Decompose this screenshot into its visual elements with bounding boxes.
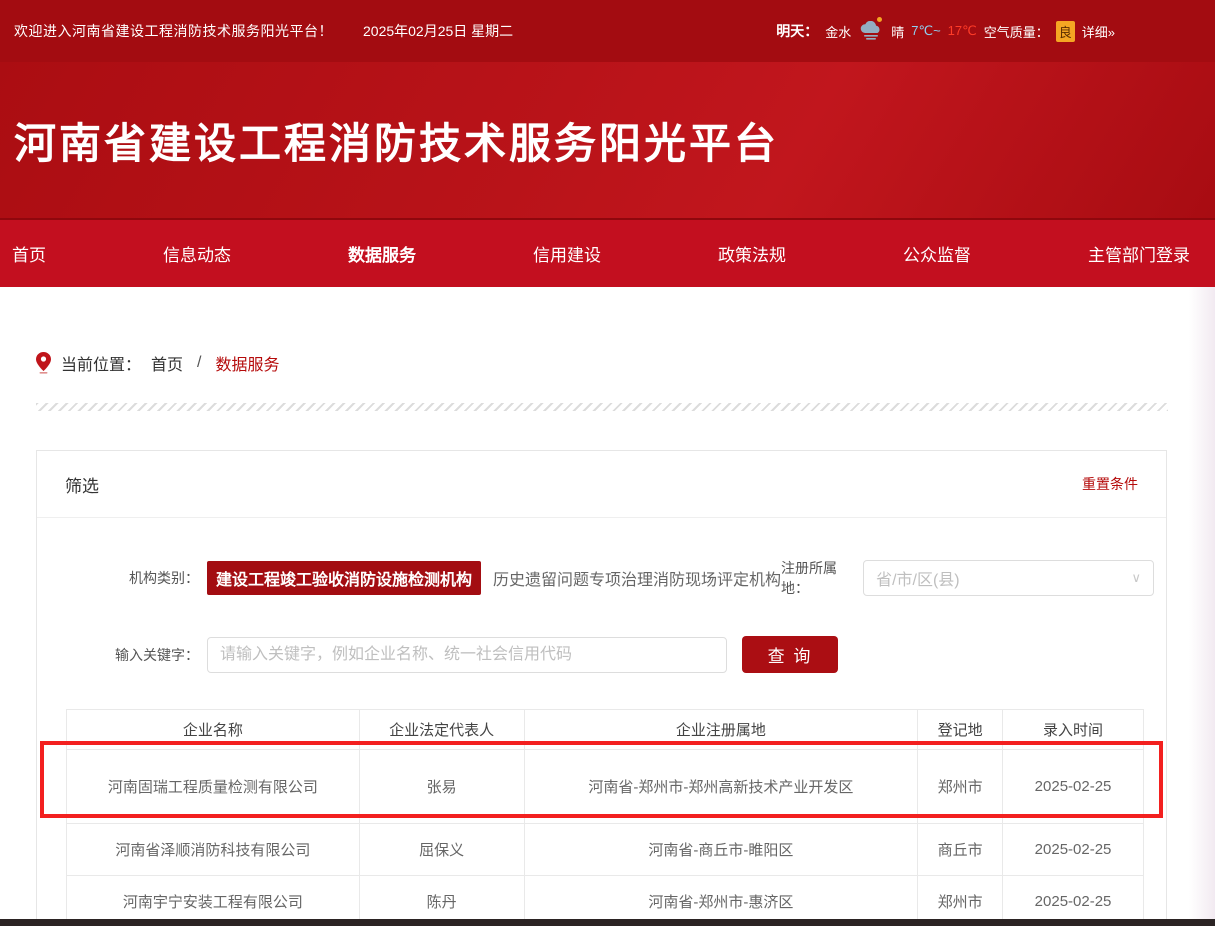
weather-detail-link[interactable]: 详细» xyxy=(1082,22,1115,41)
search-button[interactable]: 查 询 xyxy=(742,636,838,673)
air-quality-badge: 良 xyxy=(1056,21,1075,42)
filter-header: 筛选 重置条件 xyxy=(37,451,1166,518)
breadcrumb-separator: / xyxy=(197,354,201,372)
nav-item-supervision[interactable]: 公众监督 xyxy=(903,241,971,266)
location-pin-icon xyxy=(36,352,51,374)
breadcrumb-current: 数据服务 xyxy=(215,351,279,375)
col-header-company: 企业名称 xyxy=(67,710,360,750)
cell-entry-time: 2025-02-25 xyxy=(1003,750,1144,824)
cell-entry-time: 2025-02-25 xyxy=(1003,824,1144,876)
category-option-selected[interactable]: 建设工程竣工验收消防设施检测机构 xyxy=(207,561,481,595)
content-area: 当前位置： 首页 / 数据服务 筛选 重置条件 机构类别： 建设工程竣工验收消防… xyxy=(0,287,1215,926)
table-row[interactable]: 河南固瑞工程质量检测有限公司 张易 河南省-郑州市-郑州高新技术产业开发区 郑州… xyxy=(67,750,1144,824)
cloud-icon xyxy=(858,21,884,41)
col-header-entry-time: 录入时间 xyxy=(1003,710,1144,750)
nav-item-credit[interactable]: 信用建设 xyxy=(533,241,601,266)
region-group: 注册所属地： 省/市/区(县) ∨ xyxy=(781,558,1154,598)
temp-low: 7℃~ xyxy=(911,23,940,39)
category-option-unselected[interactable]: 历史遗留问题专项治理消防现场评定机构 xyxy=(493,566,781,590)
cell-registered-place: 河南省-郑州市-郑州高新技术产业开发区 xyxy=(524,750,918,824)
reset-conditions-link[interactable]: 重置条件 xyxy=(1082,474,1138,494)
cell-record-place: 郑州市 xyxy=(918,750,1003,824)
region-select-placeholder: 省/市/区(县) xyxy=(876,566,1131,590)
nav-item-policy[interactable]: 政策法规 xyxy=(718,241,786,266)
breadcrumb-home[interactable]: 首页 xyxy=(151,351,183,375)
edge-tint xyxy=(1189,287,1215,926)
cell-company: 河南省泽顺消防科技有限公司 xyxy=(67,824,360,876)
keyword-input[interactable] xyxy=(207,637,727,673)
cell-company: 河南固瑞工程质量检测有限公司 xyxy=(67,750,360,824)
col-header-record-place: 登记地 xyxy=(918,710,1003,750)
nav-item-home[interactable]: 首页 xyxy=(12,241,46,266)
region-select[interactable]: 省/市/区(县) ∨ xyxy=(863,560,1154,596)
region-label: 注册所属地： xyxy=(781,558,853,598)
nav-item-news[interactable]: 信息动态 xyxy=(163,241,231,266)
filter-panel: 筛选 重置条件 机构类别： 建设工程竣工验收消防设施检测机构 历史遗留问题专项治… xyxy=(36,450,1167,926)
breadcrumb: 当前位置： 首页 / 数据服务 xyxy=(36,351,280,375)
col-header-registered-place: 企业注册属地 xyxy=(524,710,918,750)
nav-item-admin-login[interactable]: 主管部门登录 xyxy=(1088,241,1190,266)
nav-item-data-service[interactable]: 数据服务 xyxy=(348,241,416,266)
temp-high: 17℃ xyxy=(948,23,977,39)
footer-strip xyxy=(0,919,1215,926)
keyword-label: 输入关键字： xyxy=(69,645,199,665)
site-header: 河南省建设工程消防技术服务阳光平台 xyxy=(0,62,1215,218)
category-row: 机构类别： 建设工程竣工验收消防设施检测机构 历史遗留问题专项治理消防现场评定机… xyxy=(37,558,1166,598)
keyword-row: 输入关键字： 查 询 xyxy=(37,636,1166,673)
air-quality-label: 空气质量： xyxy=(984,22,1049,41)
cell-registered-place: 河南省-商丘市-睢阳区 xyxy=(524,824,918,876)
col-header-legal-rep: 企业法定代表人 xyxy=(359,710,524,750)
date-text: 2025年02月25日 星期二 xyxy=(363,21,513,41)
breadcrumb-label: 当前位置： xyxy=(61,351,141,375)
weather-label: 明天： xyxy=(776,21,818,41)
weather-district: 金水 xyxy=(825,22,851,41)
weather-condition: 晴 xyxy=(891,22,904,41)
main-nav: 首页 信息动态 数据服务 信用建设 政策法规 公众监督 主管部门登录 xyxy=(0,218,1215,287)
table-row[interactable]: 河南省泽顺消防科技有限公司 屈保义 河南省-商丘市-睢阳区 商丘市 2025-0… xyxy=(67,824,1144,876)
weather-widget: 明天： 金水 晴 7℃~ 17℃ 空气质量： 良 详细» xyxy=(776,21,1115,42)
chevron-down-icon: ∨ xyxy=(1132,570,1142,586)
top-info-bar: 欢迎进入河南省建设工程消防技术服务阳光平台！ 2025年02月25日 星期二 明… xyxy=(0,0,1215,62)
slash-divider xyxy=(36,403,1168,411)
filter-title: 筛选 xyxy=(65,472,99,497)
table-header-row: 企业名称 企业法定代表人 企业注册属地 登记地 录入时间 xyxy=(67,710,1144,750)
page: 欢迎进入河南省建设工程消防技术服务阳光平台！ 2025年02月25日 星期二 明… xyxy=(0,0,1215,926)
results-table: 企业名称 企业法定代表人 企业注册属地 登记地 录入时间 河南固瑞工程质量检测有… xyxy=(66,709,1144,926)
cell-record-place: 商丘市 xyxy=(918,824,1003,876)
cell-legal-rep: 张易 xyxy=(359,750,524,824)
category-label: 机构类别： xyxy=(69,568,199,588)
cell-legal-rep: 屈保义 xyxy=(359,824,524,876)
site-title: 河南省建设工程消防技术服务阳光平台 xyxy=(14,110,779,171)
welcome-text: 欢迎进入河南省建设工程消防技术服务阳光平台！ xyxy=(14,21,333,41)
